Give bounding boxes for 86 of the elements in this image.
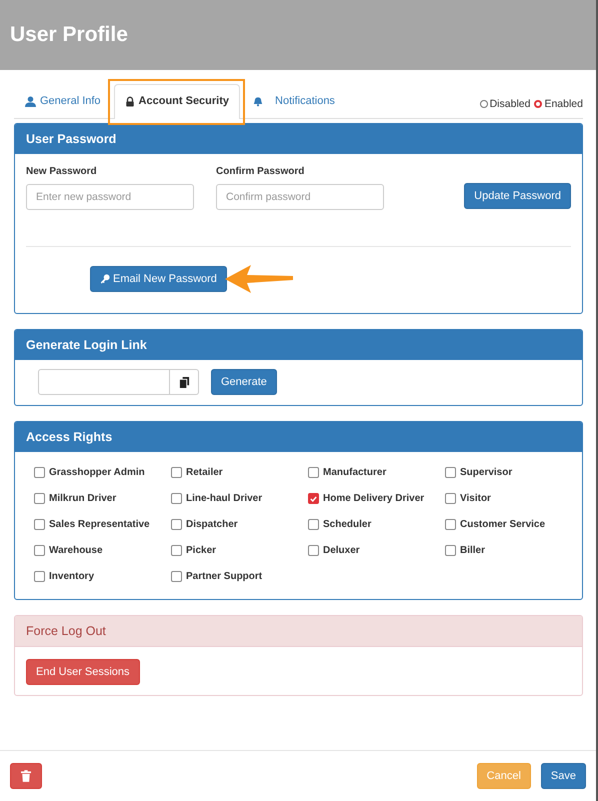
- copy-button[interactable]: [170, 369, 199, 395]
- panel-heading: Force Log Out: [15, 616, 582, 647]
- generate-button[interactable]: Generate: [211, 369, 277, 395]
- role-checkbox-item[interactable]: Customer Service: [445, 519, 571, 530]
- checkbox[interactable]: [34, 519, 45, 530]
- end-sessions-button[interactable]: End User Sessions: [26, 659, 140, 685]
- role-label: Scheduler: [323, 519, 372, 530]
- role-label: Manufacturer: [323, 467, 386, 478]
- role-label: Picker: [186, 545, 216, 556]
- update-password-button[interactable]: Update Password: [464, 183, 571, 209]
- radio-button[interactable]: [534, 100, 542, 108]
- checkbox[interactable]: [445, 519, 456, 530]
- role-label: Warehouse: [49, 545, 103, 556]
- checkbox[interactable]: [171, 545, 182, 556]
- checkbox[interactable]: [171, 467, 182, 478]
- role-label: Sales Representative: [49, 519, 150, 530]
- user-icon: [25, 96, 36, 106]
- panel-heading: User Password: [15, 124, 582, 154]
- checkbox[interactable]: [308, 493, 319, 504]
- role-label: Customer Service: [460, 519, 546, 530]
- role-checkbox-item[interactable]: Scheduler: [308, 519, 445, 530]
- role-label: Dispatcher: [186, 519, 238, 530]
- role-checkbox-item[interactable]: Retailer: [171, 467, 308, 478]
- delete-button[interactable]: [10, 763, 42, 789]
- save-button[interactable]: Save: [540, 763, 586, 789]
- role-checkbox-item[interactable]: Supervisor: [445, 467, 571, 478]
- login-link-field[interactable]: [38, 369, 170, 395]
- checkbox[interactable]: [34, 493, 45, 504]
- role-label: Milkrun Driver: [49, 493, 116, 504]
- role-label: Deluxer: [323, 545, 360, 556]
- checkbox[interactable]: [445, 545, 456, 556]
- checkbox[interactable]: [308, 519, 319, 530]
- role-checkbox-item[interactable]: Sales Representative: [34, 519, 171, 530]
- radio-option[interactable]: Disabled: [480, 98, 530, 110]
- checkbox[interactable]: [34, 571, 45, 582]
- role-checkbox-item[interactable]: Home Delivery Driver: [308, 493, 445, 504]
- radio-label: Enabled: [544, 98, 583, 110]
- checkbox[interactable]: [445, 493, 456, 504]
- role-checkbox-item[interactable]: Deluxer: [308, 545, 445, 556]
- role-checkbox-item[interactable]: Warehouse: [34, 545, 171, 556]
- role-checkbox-item[interactable]: Picker: [171, 545, 308, 556]
- bell-icon: [253, 96, 264, 106]
- role-checkbox-item[interactable]: Milkrun Driver: [34, 493, 171, 504]
- radio-button[interactable]: [480, 100, 488, 108]
- role-checkbox-item[interactable]: Inventory: [34, 571, 171, 582]
- role-label: Partner Support: [186, 571, 262, 582]
- role-label: Grasshopper Admin: [49, 467, 145, 478]
- role-checkbox-item[interactable]: Line-haul Driver: [171, 493, 308, 504]
- checkbox[interactable]: [34, 467, 45, 478]
- role-label: Line-haul Driver: [186, 493, 262, 504]
- checkbox[interactable]: [308, 467, 319, 478]
- role-label: Supervisor: [460, 467, 512, 478]
- role-label: Inventory: [49, 571, 94, 582]
- role-label: Biller: [460, 545, 486, 556]
- key-icon: [100, 274, 110, 284]
- panel-heading: Generate Login Link: [15, 330, 582, 360]
- radio-label: Disabled: [490, 98, 530, 110]
- password-field[interactable]: Confirm password: [216, 184, 384, 210]
- copy-icon: [178, 376, 190, 388]
- field-label: New Password: [26, 166, 98, 177]
- role-checkbox-item[interactable]: Partner Support: [171, 571, 308, 582]
- role-checkbox-item[interactable]: Dispatcher: [171, 519, 308, 530]
- role-label: Retailer: [186, 467, 223, 478]
- checkbox[interactable]: [445, 467, 456, 478]
- checkbox[interactable]: [171, 519, 182, 530]
- checkbox[interactable]: [171, 571, 182, 582]
- checkbox[interactable]: [171, 493, 182, 504]
- radio-option[interactable]: Enabled: [534, 98, 583, 110]
- field-label: Confirm Password: [216, 166, 306, 177]
- role-checkbox-item[interactable]: Visitor: [445, 493, 571, 504]
- password-field[interactable]: Enter new password: [26, 184, 194, 210]
- role-checkbox-item[interactable]: Manufacturer: [308, 467, 445, 478]
- lock-icon: [124, 96, 135, 106]
- window-title: User Profile: [10, 23, 128, 47]
- role-label: Visitor: [460, 493, 491, 504]
- tab[interactable]: Notifications: [242, 84, 346, 118]
- panel-heading: Access Rights: [15, 422, 582, 452]
- role-label: Home Delivery Driver: [323, 493, 424, 504]
- role-checkbox-item[interactable]: Grasshopper Admin: [34, 467, 171, 478]
- email-password-button[interactable]: Email New Password: [90, 266, 227, 292]
- tab[interactable]: General Info: [14, 84, 112, 118]
- checkbox[interactable]: [308, 545, 319, 556]
- tab[interactable]: Account Security: [114, 84, 240, 119]
- trash-icon: [21, 770, 31, 782]
- role-checkbox-item[interactable]: Biller: [445, 545, 571, 556]
- checkbox[interactable]: [34, 545, 45, 556]
